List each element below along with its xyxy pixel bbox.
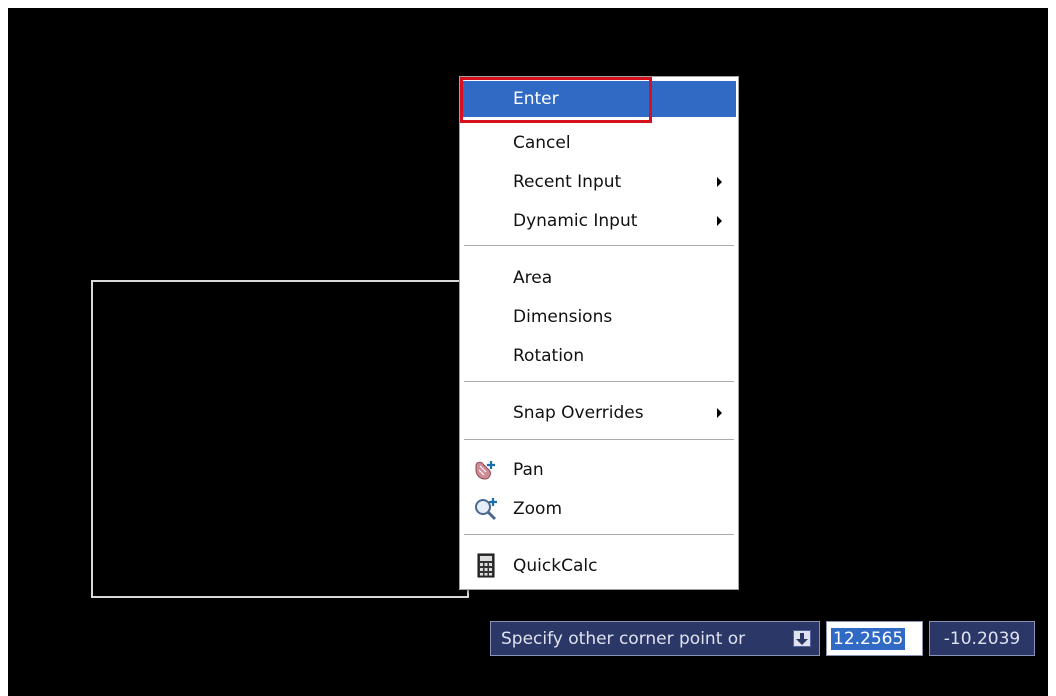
zoom-icon [472,495,502,523]
menu-separator [464,245,734,247]
menu-item-snap-overrides[interactable]: Snap Overrides [462,395,736,431]
menu-item-label: QuickCalc [513,556,598,576]
menu-item-zoom[interactable]: Zoom [462,491,736,527]
submenu-arrow-icon [717,216,722,226]
coordinate-x-input[interactable]: 12.2565 [826,621,923,656]
menu-item-label: Dynamic Input [513,211,638,231]
menu-item-enter[interactable]: Enter [462,81,736,117]
menu-item-quickcalc[interactable]: QuickCalc [462,548,736,584]
drawn-rectangle [91,280,469,598]
menu-item-rotation[interactable]: Rotation [462,338,736,374]
menu-item-label: Rotation [513,346,585,366]
menu-item-dynamic-input[interactable]: Dynamic Input [462,203,736,239]
menu-separator [464,381,734,383]
calculator-icon [472,552,502,580]
menu-item-label: Recent Input [513,172,622,192]
menu-item-pan[interactable]: Pan [462,452,736,488]
menu-item-label: Cancel [513,133,571,153]
menu-item-label: Dimensions [513,307,613,327]
menu-item-dimensions[interactable]: Dimensions [462,299,736,335]
coordinate-y-value: -10.2039 [943,628,1021,649]
menu-separator [464,439,734,441]
down-arrow-icon[interactable] [793,630,811,647]
dynamic-input-prompt: Specify other corner point or [490,621,820,656]
submenu-arrow-icon [717,408,722,418]
menu-item-label: Area [513,268,553,288]
context-menu: Enter Cancel Recent Input Dynamic Input … [459,76,739,590]
pan-icon [472,456,502,484]
menu-item-cancel[interactable]: Cancel [462,125,736,161]
menu-separator [464,534,734,536]
menu-item-label: Pan [513,460,544,480]
menu-item-area[interactable]: Area [462,260,736,296]
coordinate-y-input[interactable]: -10.2039 [929,621,1035,656]
menu-item-label: Enter [513,89,559,109]
menu-item-label: Zoom [513,499,563,519]
menu-item-label: Snap Overrides [513,403,644,423]
coordinate-x-value: 12.2565 [831,627,906,650]
submenu-arrow-icon [717,177,722,187]
prompt-text: Specify other corner point or [501,628,746,649]
menu-item-recent-input[interactable]: Recent Input [462,164,736,200]
